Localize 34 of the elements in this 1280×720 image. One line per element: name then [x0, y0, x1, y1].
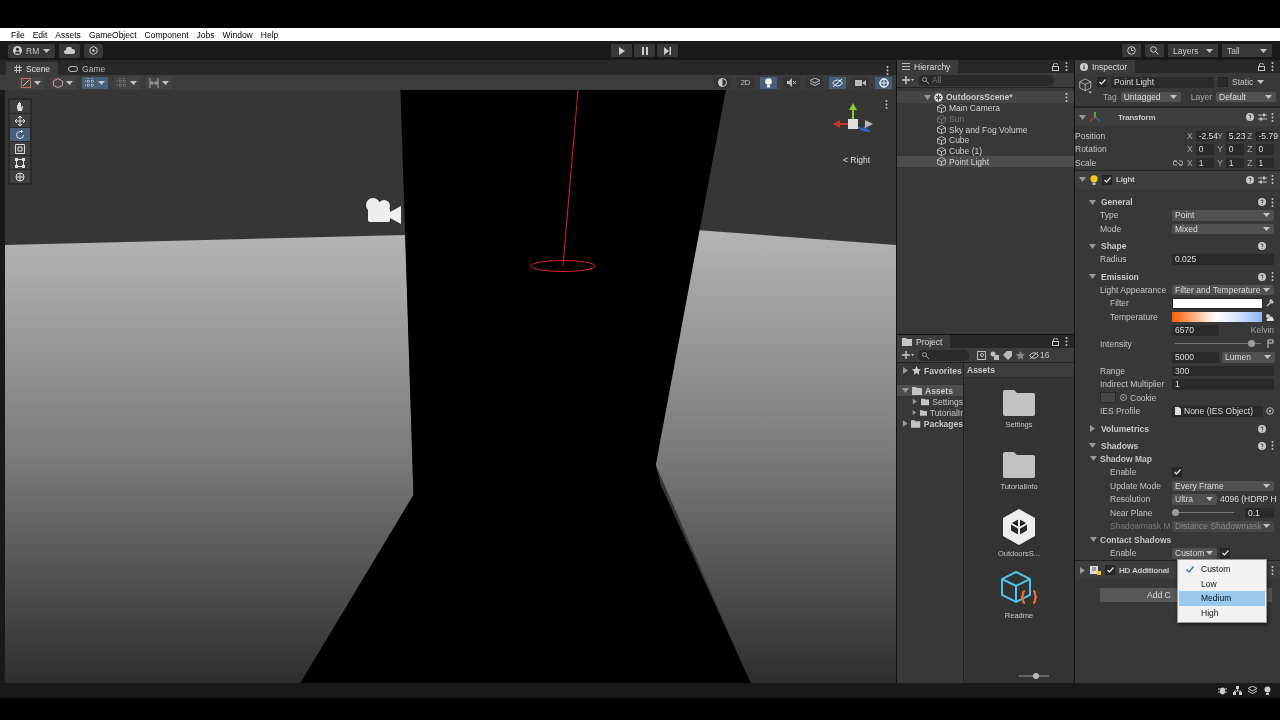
axis-label: Z — [1247, 157, 1253, 168]
unit-label: Kelvin — [1250, 325, 1274, 336]
resolution-value: 4096 (HDRP H — [1220, 494, 1277, 505]
field-label: Mode — [1100, 223, 1122, 234]
field-label: Radius — [1100, 254, 1127, 265]
field-label: Static — [1232, 77, 1254, 87]
field-label: Layer — [1190, 92, 1212, 102]
field-label: Enable — [1110, 467, 1137, 478]
field-label: Scale — [1075, 157, 1097, 168]
axis-label: X — [1187, 144, 1193, 155]
axis-label: Y — [1217, 157, 1223, 168]
axis-label: X — [1187, 157, 1193, 168]
axis-label: Y — [1217, 130, 1223, 141]
field-label: Update Mode — [1110, 480, 1162, 491]
field-label: Shadowmask M — [1110, 521, 1171, 532]
field-label: IES Profile — [1100, 406, 1141, 417]
field-label: Enable — [1110, 548, 1137, 559]
field-label: Temperature — [1110, 311, 1158, 322]
field-label: Range — [1100, 365, 1126, 376]
field-label: Tag — [1103, 92, 1117, 102]
axis-label: Z — [1247, 144, 1253, 155]
field-label: Cookie — [1130, 392, 1157, 403]
field-label: Intensity — [1100, 338, 1132, 349]
field-label: Near Plane — [1110, 507, 1153, 518]
field-label: Resolution — [1110, 494, 1151, 505]
field-label: Type — [1100, 210, 1119, 221]
axis-label: Z — [1247, 130, 1253, 141]
field-label: Indirect Multiplier — [1100, 379, 1165, 390]
field-label: Filter — [1110, 298, 1129, 309]
axis-label: X — [1187, 130, 1193, 141]
axis-label: Y — [1217, 144, 1223, 155]
field-label: Light Appearance — [1100, 284, 1167, 295]
field-label: Position — [1075, 130, 1106, 141]
field-label: Rotation — [1075, 144, 1107, 155]
